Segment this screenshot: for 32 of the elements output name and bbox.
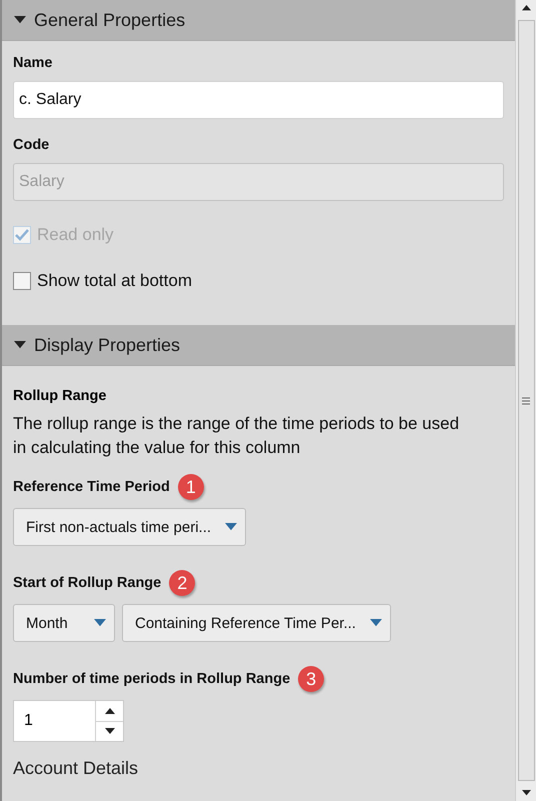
field-label: Number of time periods in Rollup Range (13, 671, 290, 687)
section-header[interactable]: General Properties (2, 0, 515, 41)
grip-icon (522, 396, 530, 404)
section-header[interactable]: Display Properties (2, 325, 515, 366)
scrollbar-thumb[interactable] (518, 20, 534, 781)
field-label: Reference Time Period (13, 479, 170, 495)
number-badge: 1 (178, 474, 204, 500)
number-badge: 2 (169, 570, 196, 596)
dropdown[interactable]: Month (13, 604, 115, 642)
number-field[interactable]: 1 (13, 700, 124, 742)
section-heading: Rollup Range (13, 388, 108, 404)
text-field[interactable]: c. Salary (13, 81, 504, 119)
description-text: The rollup range is the range of the time periods to be used in calculating the value for this column (13, 413, 460, 459)
caret-icon (94, 619, 106, 627)
up-arrow-icon (104, 708, 114, 714)
dropdown[interactable]: Containing Reference Time Per... (122, 604, 391, 642)
number-badge: 3 (298, 666, 324, 692)
scrollbar[interactable] (515, 0, 536, 801)
field-label: Start of Rollup Range (13, 575, 162, 591)
down-arrow-icon (522, 790, 530, 796)
check-icon (15, 229, 29, 241)
subsection-title: Account Details (13, 758, 140, 779)
up-arrow-icon (522, 5, 530, 11)
caret-icon (14, 341, 26, 349)
down-arrow-icon (104, 728, 114, 734)
caret-icon (14, 16, 26, 24)
field-label: Code (13, 137, 50, 153)
checkbox[interactable]: Show total at bottom (13, 271, 504, 291)
caret-icon (370, 619, 382, 627)
dropdown[interactable]: First non-actuals time peri... (13, 508, 246, 546)
field-label: Name (13, 55, 54, 71)
caret-icon (225, 523, 238, 531)
